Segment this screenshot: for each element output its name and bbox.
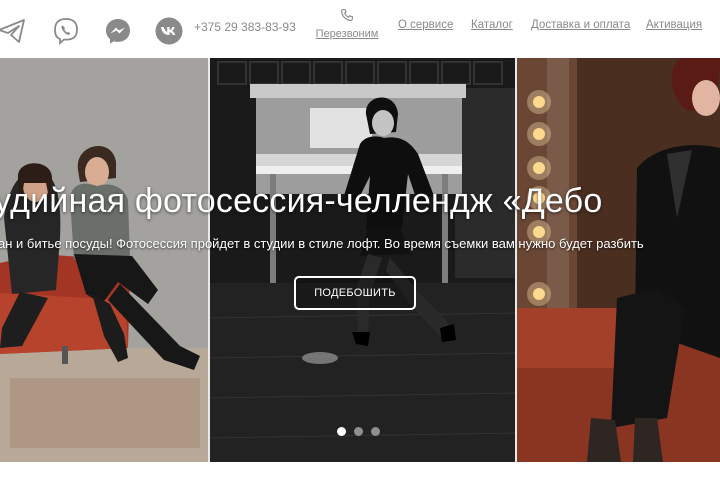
site-header: +375 29 383-83-93 Перезвоним О сервисе К… <box>0 0 720 58</box>
slider-dot[interactable] <box>371 427 380 436</box>
slider-dot[interactable] <box>337 427 346 436</box>
viber-icon[interactable] <box>50 15 82 47</box>
nav-delivery[interactable]: Доставка и оплата <box>531 19 630 31</box>
phone-icon <box>341 8 353 21</box>
hero-photo-couple <box>0 58 208 462</box>
hero-cta-button[interactable]: ПОДЕБОШИТЬ <box>294 276 416 310</box>
phone-number[interactable]: +375 29 383-83-93 <box>194 20 296 34</box>
nav-catalog[interactable]: Каталог <box>471 19 513 31</box>
callback-button[interactable]: Перезвоним <box>312 8 382 42</box>
telegram-icon[interactable] <box>0 15 28 47</box>
hero-slider[interactable]: удийная фотосессия-челлендж «Дебо ан и б… <box>0 58 720 462</box>
callback-label: Перезвоним <box>315 28 379 40</box>
vk-icon[interactable] <box>153 15 185 47</box>
nav-about[interactable]: О сервисе <box>398 19 453 31</box>
messenger-icon[interactable] <box>102 15 134 47</box>
slider-dot[interactable] <box>354 427 363 436</box>
nav-activation[interactable]: Активация <box>646 19 702 31</box>
slider-dots <box>337 427 380 436</box>
hero-photo-piano <box>210 58 515 462</box>
hero-subtext: ан и битье посуды! Фотосессия пройдет в … <box>0 236 644 251</box>
hero-photo-leather <box>517 58 720 462</box>
hero-headline: удийная фотосессия-челлендж «Дебо <box>0 182 603 220</box>
